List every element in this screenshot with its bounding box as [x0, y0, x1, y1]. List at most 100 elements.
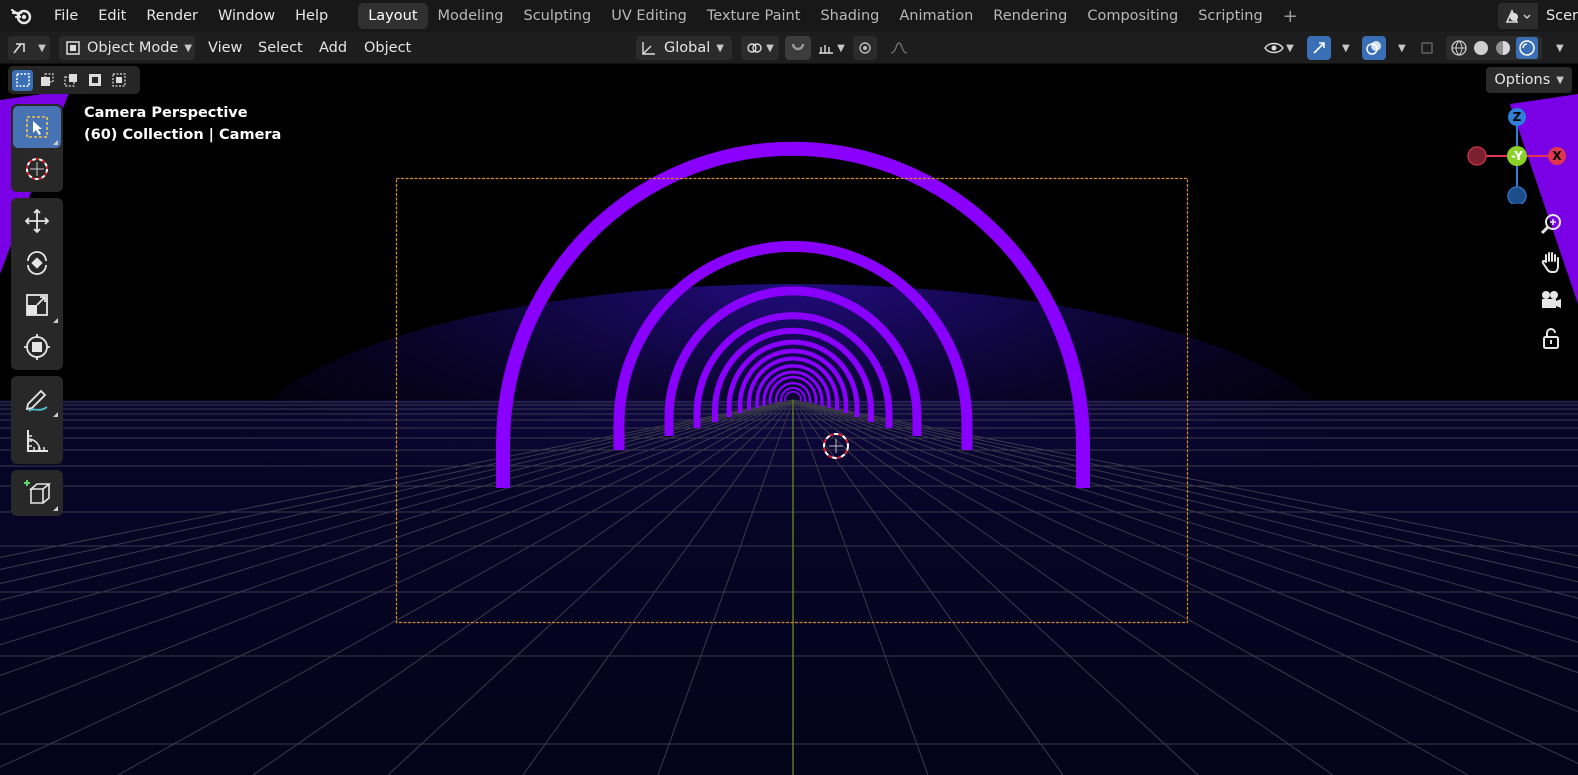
pan-button[interactable] [1536, 246, 1566, 278]
axis-z-label: Z [1513, 110, 1522, 124]
material-preview-icon[interactable] [1494, 39, 1512, 57]
chevron-down-icon: ▼ [716, 42, 724, 54]
menu-render[interactable]: Render [136, 3, 208, 29]
measure-tool[interactable] [13, 420, 61, 462]
chevron-down-icon: ▼ [1286, 42, 1294, 54]
chevron-down-icon[interactable]: ▼ [1392, 36, 1406, 60]
solid-shading-icon[interactable] [1472, 39, 1490, 57]
rendered-shading-button[interactable] [1516, 37, 1538, 59]
tool-variants-indicator [53, 506, 58, 511]
tab-compositing[interactable]: Compositing [1077, 3, 1188, 29]
orientation-label: Global [664, 40, 711, 56]
editor-type-button[interactable]: ▼ [8, 36, 50, 60]
magnet-icon [791, 43, 805, 51]
menu-window[interactable]: Window [208, 3, 285, 29]
proportional-edit-icon [859, 42, 871, 54]
wireframe-shading-icon[interactable] [1450, 39, 1468, 57]
select-box-tool[interactable] [13, 106, 61, 148]
visibility-button[interactable]: ▼ [1259, 36, 1299, 60]
transform-orientation-selector[interactable]: Global ▼ [636, 36, 732, 60]
tool-group-select [11, 104, 63, 192]
select-extend-icon [40, 73, 54, 86]
select-subtract-button[interactable] [60, 70, 81, 91]
xray-toggle[interactable] [1416, 36, 1438, 60]
shading-modes [1446, 36, 1542, 60]
proportional-edit-toggle[interactable] [853, 36, 877, 60]
chevron-down-icon: ▼ [38, 42, 46, 54]
menu-help[interactable]: Help [285, 3, 338, 29]
eye-icon [1264, 42, 1284, 54]
scene-selector: Scer [1497, 3, 1578, 29]
move-tool[interactable] [13, 200, 61, 242]
tool-variants-indicator [53, 412, 58, 417]
scene-name-field[interactable]: Scer [1538, 8, 1578, 24]
tab-animation[interactable]: Animation [889, 3, 983, 29]
options-dropdown[interactable]: Options ▼ [1486, 67, 1572, 93]
scene-browse-button[interactable] [1497, 3, 1538, 29]
select-subtract-icon [63, 74, 77, 87]
navigation-gizmo[interactable]: Z X -Y [1466, 108, 1578, 204]
zoom-button[interactable] [1536, 208, 1566, 240]
select-invert-button[interactable] [84, 70, 105, 91]
orientation-icon [642, 42, 655, 55]
axis-neg-x-icon[interactable] [1467, 146, 1487, 166]
annotate-tool[interactable] [13, 378, 61, 420]
tool-variants-indicator [53, 140, 58, 145]
rotate-tool[interactable] [13, 242, 61, 284]
chevron-down-icon[interactable]: ▼ [1550, 36, 1564, 60]
object-menu[interactable]: Object [364, 36, 411, 60]
zoom-magnifier-icon [1540, 214, 1561, 235]
blender-logo-icon[interactable] [0, 0, 44, 32]
tab-sculpting[interactable]: Sculpting [513, 3, 601, 29]
snap-target-button[interactable]: ▼ [813, 36, 849, 60]
scene-icon [1505, 9, 1531, 23]
proportional-falloff-button[interactable] [881, 36, 917, 60]
falloff-curve-icon [890, 42, 908, 54]
mode-label: Object Mode [87, 40, 179, 56]
select-menu[interactable]: Select [258, 36, 303, 60]
gizmo-arrows-icon [1313, 42, 1325, 54]
gizmo-toggle[interactable] [1307, 36, 1331, 60]
lock-camera-button[interactable] [1536, 322, 1566, 354]
scale-tool[interactable] [13, 284, 61, 326]
camera-icon [1542, 291, 1561, 308]
snap-toggle[interactable] [785, 36, 811, 60]
pivot-point-button[interactable]: ▼ [741, 36, 779, 60]
tab-texture-paint[interactable]: Texture Paint [697, 3, 811, 29]
pivot-icon [747, 43, 762, 53]
navigation-tools [1536, 208, 1570, 360]
tool-group-transform [11, 198, 63, 370]
overlays-toggle[interactable] [1362, 36, 1386, 60]
select-extend-button[interactable] [36, 70, 57, 91]
measure-ruler-icon [27, 430, 48, 452]
overlays-icon [1366, 41, 1381, 55]
chevron-down-icon[interactable]: ▼ [1336, 36, 1350, 60]
menu-edit[interactable]: Edit [88, 3, 136, 29]
select-intersect-button[interactable] [108, 70, 129, 91]
menu-file[interactable]: File [44, 3, 88, 29]
tab-modeling[interactable]: Modeling [428, 3, 514, 29]
viewport-header: ▼ Object Mode ▼ View Select Add Object G… [0, 32, 1578, 64]
transform-tool[interactable] [13, 326, 61, 368]
xray-icon [1421, 42, 1433, 54]
axis-neg-z-icon[interactable] [1507, 186, 1527, 204]
chevron-down-icon: ▼ [837, 42, 845, 54]
tab-uv-editing[interactable]: UV Editing [601, 3, 697, 29]
camera-view-button[interactable] [1536, 284, 1566, 316]
tab-layout[interactable]: Layout [358, 3, 428, 29]
tab-scripting[interactable]: Scripting [1188, 3, 1272, 29]
cursor-tool[interactable] [13, 148, 61, 190]
mode-selector[interactable]: Object Mode ▼ [59, 36, 195, 60]
editor-type-icon [13, 43, 25, 54]
add-menu[interactable]: Add [319, 36, 347, 60]
add-workspace-icon[interactable]: + [1273, 6, 1308, 27]
3d-viewport[interactable]: Camera Perspective (60) Collection | Cam… [0, 64, 1578, 775]
add-cube-tool[interactable] [13, 472, 61, 514]
tab-rendering[interactable]: Rendering [983, 3, 1077, 29]
view-perspective-label: Camera Perspective [84, 105, 248, 121]
view-menu[interactable]: View [208, 36, 242, 60]
tab-shading[interactable]: Shading [810, 3, 889, 29]
options-label: Options [1494, 72, 1551, 88]
select-new-button[interactable] [12, 69, 33, 91]
select-box-icon [26, 116, 48, 138]
